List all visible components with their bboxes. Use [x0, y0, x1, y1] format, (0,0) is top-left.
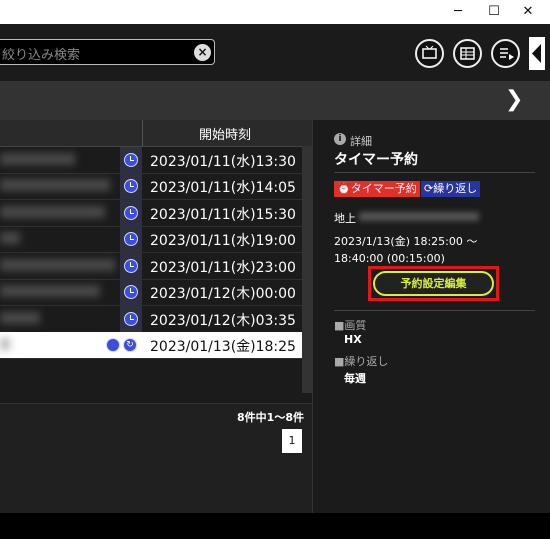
channel-label: 地上: [334, 212, 356, 225]
window-title-bar: ─ ☐ ✕: [0, 0, 550, 24]
chevron-right-icon[interactable]: ❯: [505, 87, 523, 112]
search-input[interactable]: 絞り込み検索: [2, 44, 80, 63]
bottom-bar: [0, 513, 550, 539]
repeat-label: ■繰り返し: [334, 355, 389, 368]
column-header-start-time[interactable]: 開始時刻: [143, 124, 307, 143]
epg-icon[interactable]: [453, 39, 482, 68]
row-start-time: 2023/01/13(金)18:25: [150, 339, 296, 355]
reservation-list: 開始時刻 2023/01/11(水)13:30 2023/01/11(水)14:…: [0, 120, 312, 514]
detail-panel: i 詳細 タイマー予約 ⏰タイマー予約 ⟳繰り返し 地上 2023/1/13(金…: [312, 120, 550, 513]
channel-name-redacted: [359, 212, 479, 221]
row-start-time: 2023/01/11(水)14:05: [150, 180, 296, 196]
list-scrollbar[interactable]: [302, 146, 312, 393]
list-row[interactable]: 2023/01/11(水)14:05: [0, 173, 302, 200]
clock-icon: [124, 153, 138, 167]
clock-icon: [124, 285, 138, 299]
list-row[interactable]: 2023/01/11(水)13:30: [0, 147, 302, 174]
badge-timer-label: タイマー予約: [350, 182, 417, 195]
divider: [334, 172, 535, 173]
clear-search-icon[interactable]: ×: [194, 44, 211, 61]
divider: [334, 310, 535, 311]
list-header: 開始時刻: [0, 120, 312, 147]
repeat-icon: ↻: [123, 338, 137, 352]
detail-title: タイマー予約: [334, 152, 418, 168]
row-start-time: 2023/01/11(水)19:00: [150, 233, 296, 249]
list-row[interactable]: 2023/01/11(水)19:00: [0, 226, 302, 253]
panel-toggle-button[interactable]: [529, 37, 545, 70]
repeat-badge: ⟳繰り返し: [421, 181, 481, 197]
timer-reservation-badge: ⏰タイマー予約: [334, 181, 420, 197]
list-row-selected[interactable]: ↻ 2023/01/13(金)18:25: [0, 332, 302, 359]
repeat-value: 毎週: [344, 372, 366, 385]
clock-icon: [124, 179, 138, 193]
clock-icon: [124, 232, 138, 246]
row-start-time: 2023/01/12(木)03:35: [150, 313, 296, 329]
clock-icon: [124, 259, 138, 273]
navigation-bar: ❯: [0, 81, 550, 120]
list-row[interactable]: 2023/01/11(水)23:00: [0, 253, 302, 280]
tv-icon[interactable]: [415, 39, 444, 68]
page-button-1[interactable]: 1: [282, 429, 302, 453]
row-start-time: 2023/01/11(水)23:00: [150, 260, 296, 276]
close-button[interactable]: ✕: [505, 0, 550, 24]
badge-repeat-label: 繰り返し: [433, 182, 478, 195]
edit-reservation-button[interactable]: 予約設定編集: [373, 271, 494, 296]
search-field[interactable]: 絞り込み検索 ×: [0, 39, 215, 65]
playlist-icon[interactable]: [491, 39, 520, 68]
row-start-time: 2023/01/12(木)00:00: [150, 286, 296, 302]
result-count: 8件中1～8件: [237, 411, 304, 424]
quality-label: ■画質: [334, 319, 367, 332]
clock-icon: [124, 312, 138, 326]
detail-section-label: 詳細: [350, 135, 372, 148]
clock-icon: [124, 206, 138, 220]
list-row[interactable]: 2023/01/11(水)15:30: [0, 200, 302, 227]
list-row[interactable]: 2023/01/12(木)03:35: [0, 306, 302, 333]
row-start-time: 2023/01/11(水)13:30: [150, 154, 296, 170]
alarm-icon: [106, 338, 120, 352]
list-row[interactable]: 2023/01/12(木)00:00: [0, 279, 302, 306]
list-footer: 8件中1～8件 1: [0, 403, 312, 514]
row-start-time: 2023/01/11(水)15:30: [150, 207, 296, 223]
info-icon: i: [334, 133, 346, 145]
reservation-datetime: 2023/1/13(金) 18:25:00 ～ 18:40:00 (00:15:…: [334, 235, 478, 265]
quality-value: HX: [344, 333, 362, 346]
